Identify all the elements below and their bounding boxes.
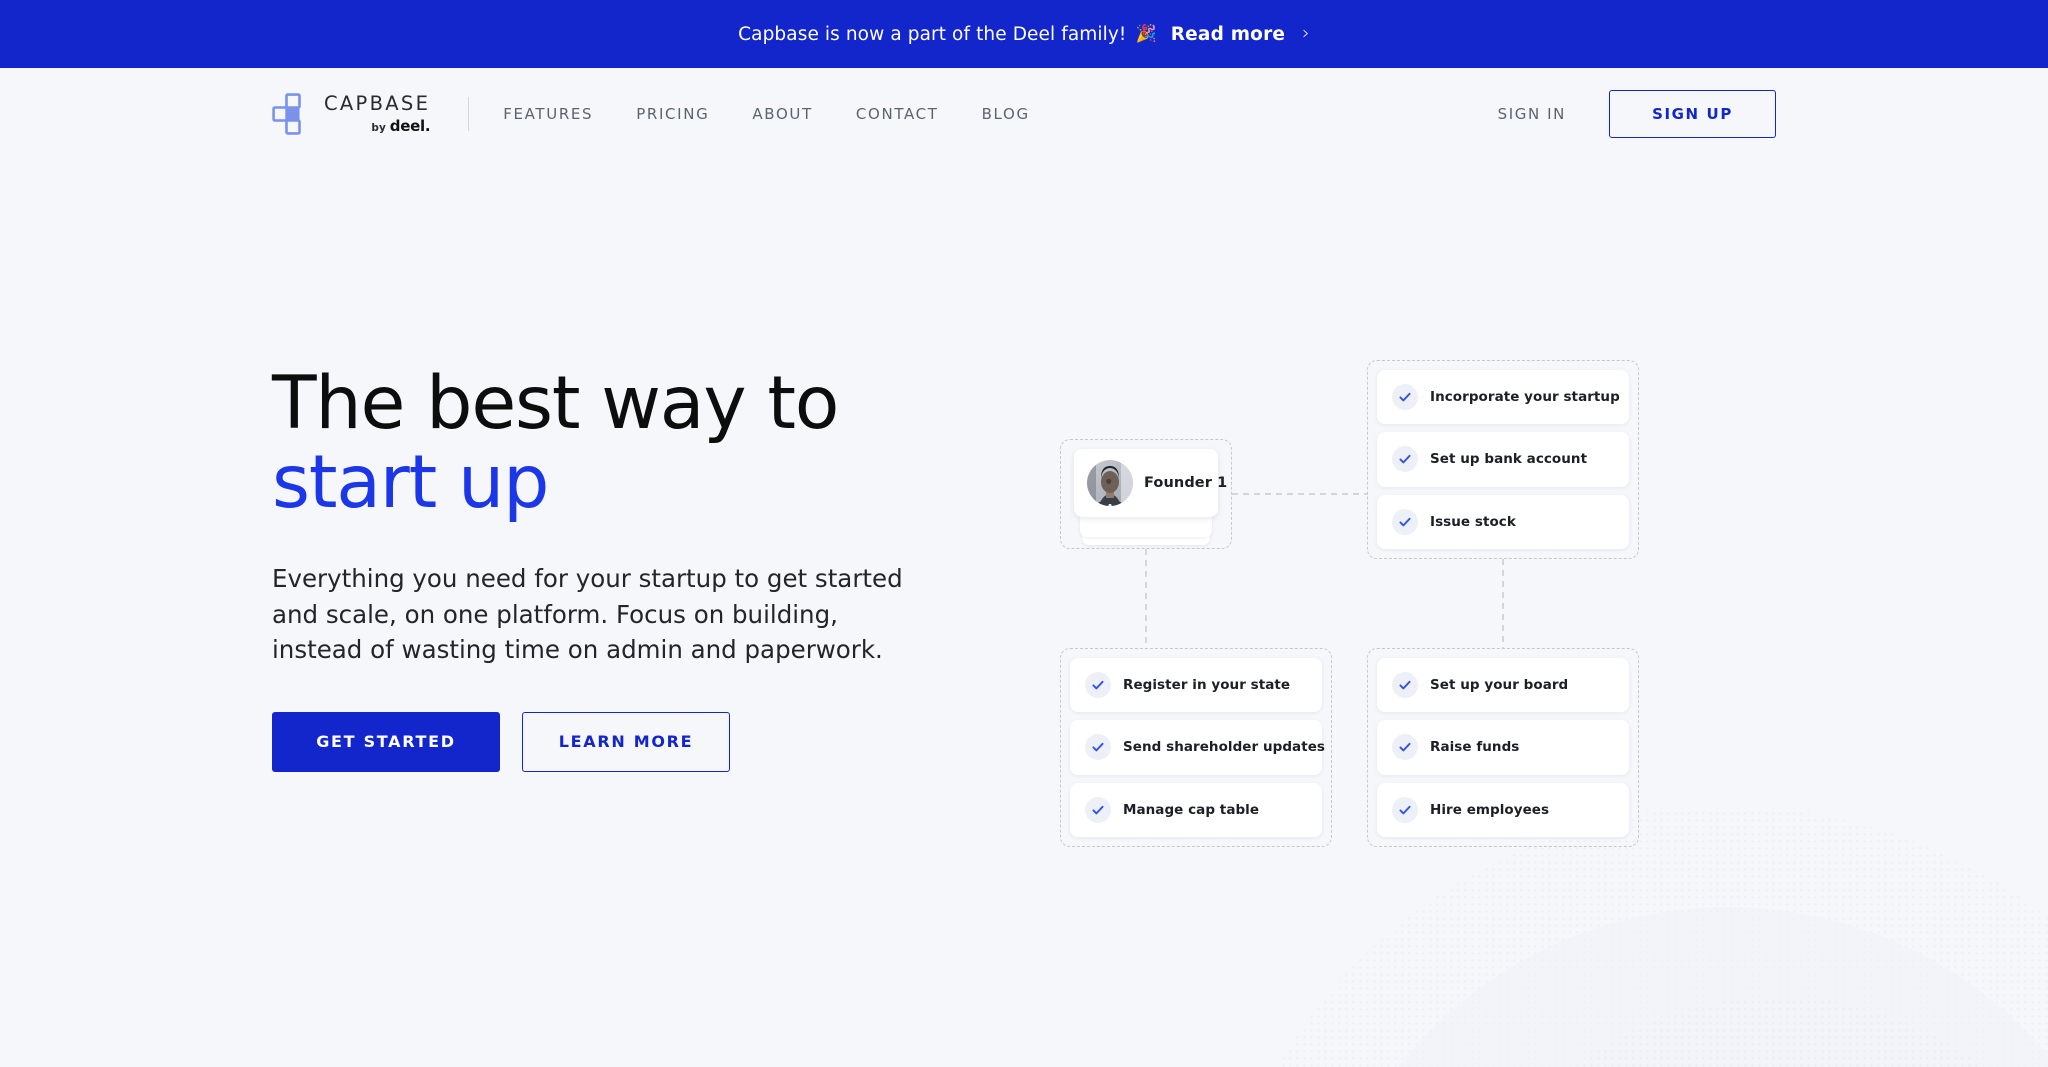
announcement-banner-content: Capbase is now a part of the Deel family… <box>738 21 1310 45</box>
founder-card[interactable]: Founder 1 <box>1074 449 1227 517</box>
task-label: Hire employees <box>1430 801 1550 818</box>
logo-capbase-text: CAPBASE <box>324 91 431 115</box>
header-actions: SIGN IN SIGN UP <box>1498 90 1776 138</box>
founder-card-stack: Founder 1 <box>1068 447 1227 545</box>
hero-title-line-1: The best way to <box>272 361 839 446</box>
primary-navigation: FEATURES PRICING ABOUT CONTACT BLOG <box>503 105 1030 123</box>
sign-in-link[interactable]: SIGN IN <box>1498 105 1566 123</box>
founder-group: Founder 1 <box>1060 439 1232 549</box>
hero-title: The best way to start up <box>272 367 952 519</box>
task-label: Raise funds <box>1430 739 1520 756</box>
task-label: Incorporate your startup <box>1430 389 1620 406</box>
task-group-incorporation: Incorporate your startup Set up bank acc… <box>1367 360 1639 559</box>
hero-section: The best way to start up Everything you … <box>272 367 952 772</box>
task-card[interactable]: Incorporate your startup <box>1377 370 1629 425</box>
startup-workflow-diagram: Founder 1 Incorporate your startup Set u… <box>1060 360 1820 905</box>
logo-deel-text: deel. <box>389 117 431 136</box>
task-label: Set up bank account <box>1430 451 1588 468</box>
task-card[interactable]: Set up your board <box>1377 658 1629 713</box>
task-label: Manage cap table <box>1123 801 1260 818</box>
task-card[interactable]: Register in your state <box>1070 658 1322 713</box>
header-divider <box>468 97 470 131</box>
check-icon <box>1085 796 1111 823</box>
task-group-growth: Set up your board Raise funds Hire emplo… <box>1367 648 1639 847</box>
task-card[interactable]: Issue stock <box>1377 494 1629 549</box>
task-card[interactable]: Raise funds <box>1377 720 1629 775</box>
hero-cta-group: GET STARTED LEARN MORE <box>272 711 952 772</box>
nav-item-about[interactable]: ABOUT <box>752 105 813 123</box>
read-more-link[interactable]: Read more <box>1171 24 1285 45</box>
nav-item-pricing[interactable]: PRICING <box>636 105 709 123</box>
task-group-compliance: Register in your state Send shareholder … <box>1060 648 1332 847</box>
task-card[interactable]: Send shareholder updates <box>1070 720 1326 775</box>
task-label: Register in your state <box>1123 677 1291 694</box>
check-icon <box>1392 384 1418 411</box>
learn-more-button[interactable]: LEARN MORE <box>522 711 730 772</box>
landing-page: Capbase is now a part of the Deel family… <box>0 0 2048 1067</box>
sign-up-button[interactable]: SIGN UP <box>1609 90 1776 138</box>
logo-by-deel: by deel. <box>371 119 430 134</box>
check-icon <box>1392 446 1418 473</box>
task-card[interactable]: Set up bank account <box>1377 432 1629 487</box>
hero-subtitle: Everything you need for your startup to … <box>272 564 903 665</box>
get-started-button[interactable]: GET STARTED <box>272 711 500 772</box>
capbase-logo-mark <box>272 93 301 135</box>
chevron-right-icon: › <box>1302 21 1310 44</box>
hero-title-line-2: start up <box>272 440 549 525</box>
task-label: Set up your board <box>1430 677 1569 694</box>
task-label: Issue stock <box>1430 513 1516 530</box>
capbase-logo-wordmark: CAPBASE by deel. <box>324 91 431 135</box>
founder-avatar <box>1087 460 1133 506</box>
announcement-banner[interactable]: Capbase is now a part of the Deel family… <box>0 0 2048 68</box>
check-icon <box>1392 796 1418 823</box>
check-icon <box>1392 508 1418 535</box>
party-popper-emoji: 🎉 <box>1135 23 1157 44</box>
founder-name: Founder 1 <box>1144 475 1228 491</box>
logo-by-label: by <box>371 122 386 135</box>
task-label: Send shareholder updates <box>1123 739 1326 756</box>
nav-item-features[interactable]: FEATURES <box>503 105 593 123</box>
capbase-logo[interactable]: CAPBASE by deel. <box>272 91 431 135</box>
task-card[interactable]: Manage cap table <box>1070 782 1322 837</box>
announcement-text: Capbase is now a part of the Deel family… <box>738 23 1127 45</box>
check-icon <box>1392 672 1418 699</box>
site-header: CAPBASE by deel. FEATURES PRICING ABOUT … <box>0 68 2048 160</box>
nav-item-contact[interactable]: CONTACT <box>856 105 939 123</box>
check-icon <box>1392 734 1418 761</box>
nav-item-blog[interactable]: BLOG <box>982 105 1030 123</box>
check-icon <box>1085 672 1111 699</box>
task-card[interactable]: Hire employees <box>1377 782 1629 837</box>
check-icon <box>1085 734 1111 761</box>
